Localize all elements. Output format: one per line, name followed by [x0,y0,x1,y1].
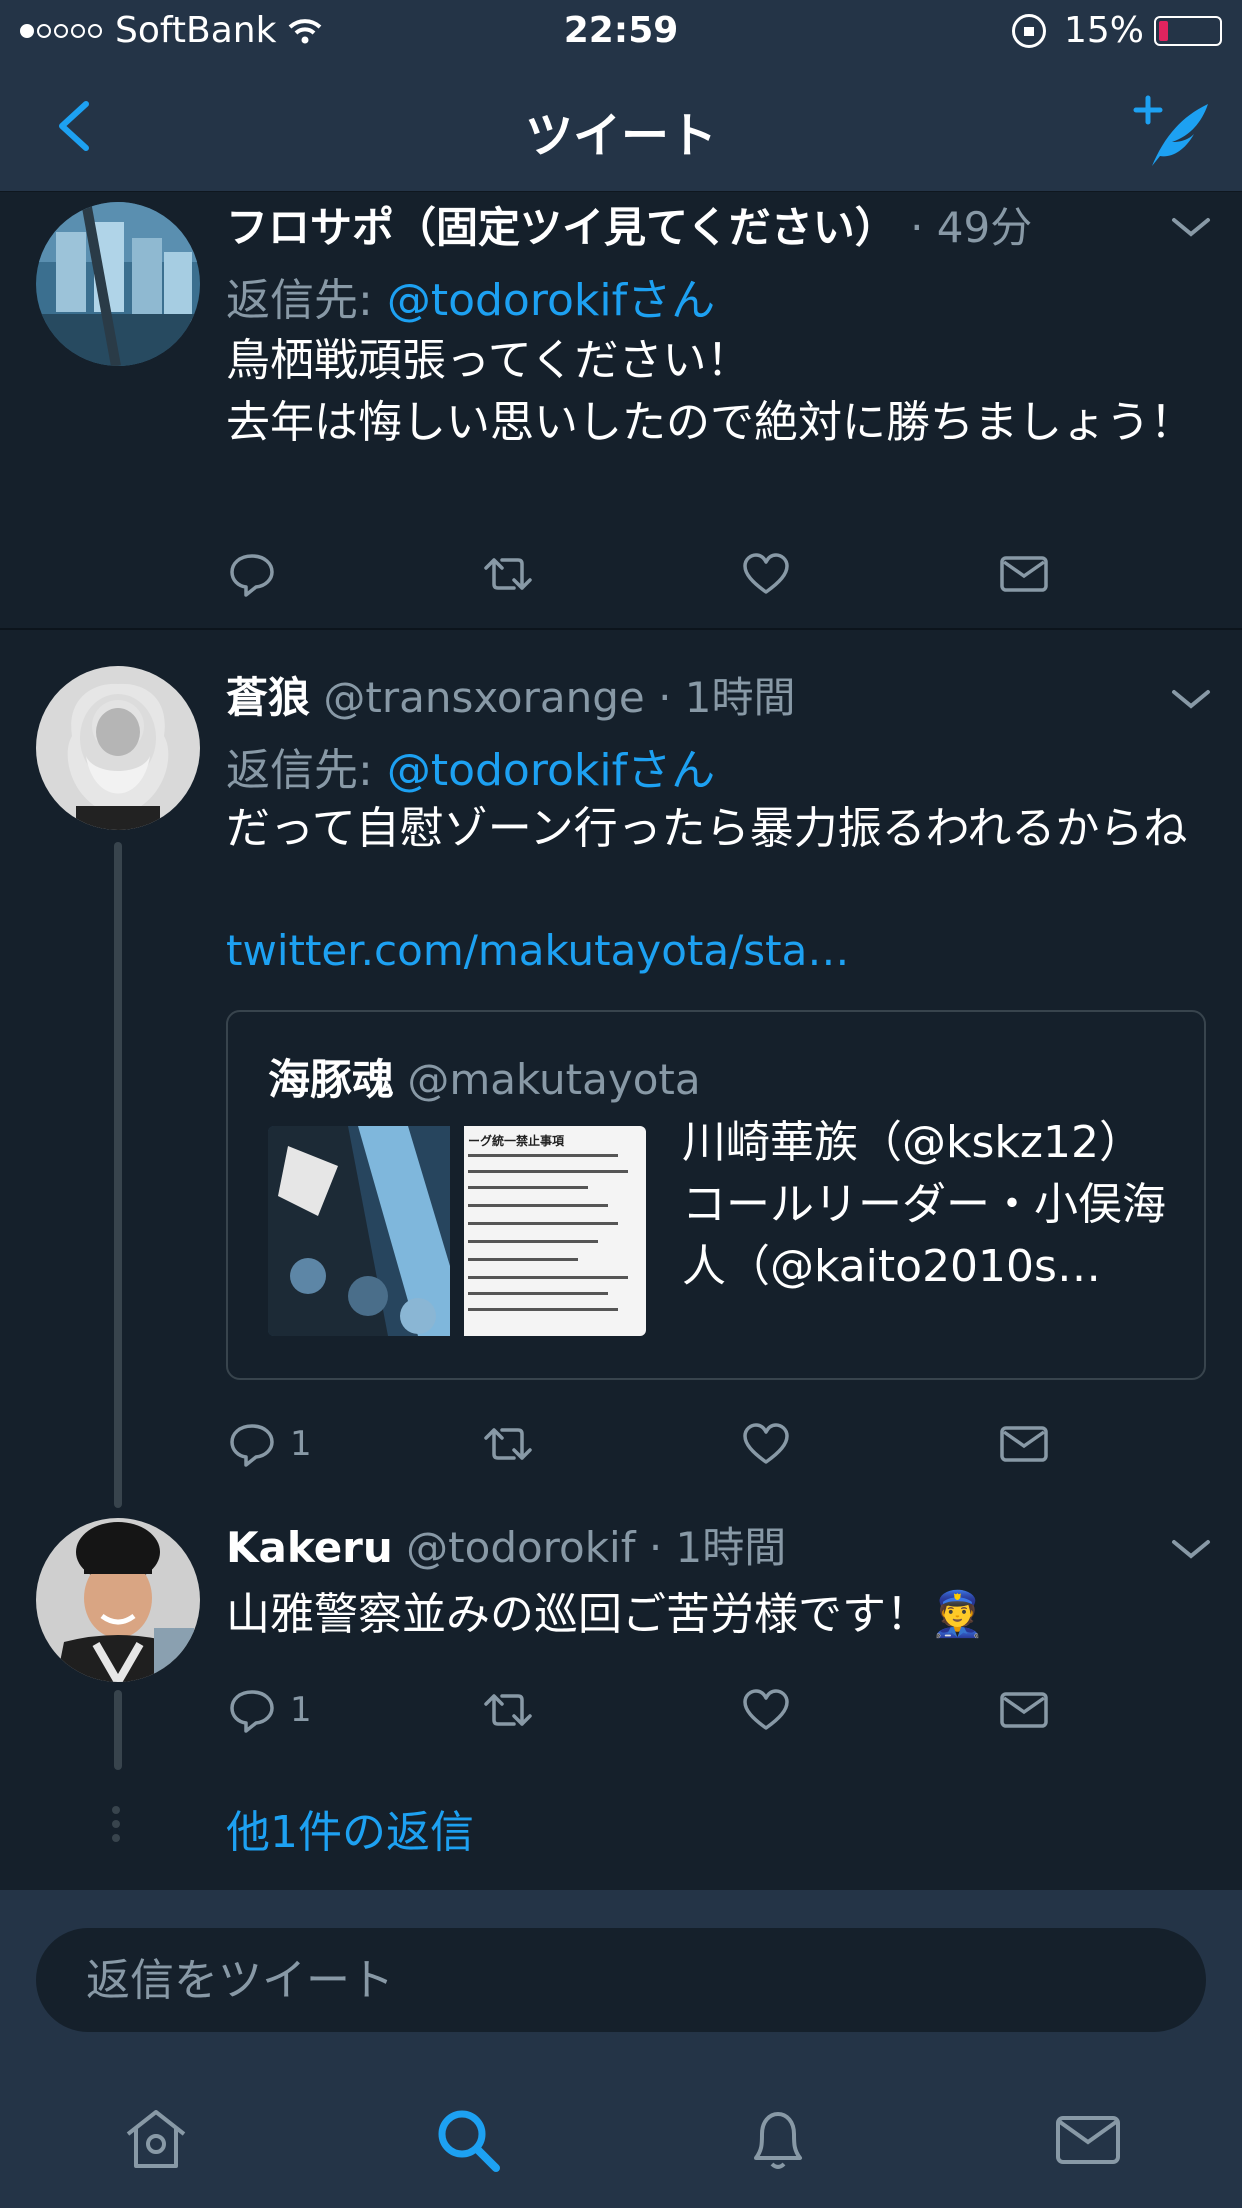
dm-button[interactable] [998,1416,1050,1472]
timestamp: · 1時間 [648,1523,787,1572]
orientation-lock-icon [1011,13,1046,48]
tab-home[interactable] [120,2104,192,2176]
tab-bar [0,2070,1242,2208]
page-title: ツイート [524,108,717,164]
like-button[interactable] [740,1682,792,1738]
quoted-image-photo[interactable] [268,1126,450,1336]
tab-notifications[interactable] [742,2104,814,2176]
reply-icon [230,1424,274,1467]
reply-input[interactable] [36,1928,1206,2032]
reply-to-label: 返信先: [226,275,387,326]
retweet-icon [484,1428,532,1460]
status-bar: SoftBank 22:59 15% [0,0,1242,62]
heart-icon [743,1423,789,1464]
retweet-icon [484,1694,532,1726]
chevron-down-icon[interactable] [1168,684,1214,714]
tweet-actions: 1 [226,1416,1048,1476]
tab-messages[interactable] [1052,2104,1124,2176]
quoted-tweet-header: 海豚魂 @makutayota [268,1046,701,1107]
more-replies-link[interactable]: 他1件の返信 [226,1796,474,1860]
tweet-text: 鳥栖戦頑張ってください！ 去年は悔しい思いしたので絶対に勝ちましょう！ [226,335,1194,448]
quoted-handle: @makutayota [407,1055,701,1104]
reply-button[interactable] [226,546,290,602]
retweet-button[interactable] [482,1682,534,1738]
tweet-header: フロサポ（固定ツイ見てください） · 49分 [226,194,1032,255]
compose-tweet-icon[interactable] [1132,92,1212,172]
quoted-tweet-text: 川崎華族（@kskz12）コールリーダー・小俣海人（@kaito2010s… [682,1117,1166,1292]
reply-to: 返信先: @todorokifさん [226,264,715,328]
quoted-tweet[interactable]: 海豚魂 @makutayota ーグ統一禁止事項 川崎華族（@kskz12）コー… [226,1010,1206,1380]
tweet-header: Kakeru @todorokif · 1時間 [226,1514,786,1575]
retweet-button[interactable] [482,1416,534,1472]
like-button[interactable] [740,1416,792,1472]
messages-icon [1056,2116,1120,2164]
reply-icon [230,1690,274,1733]
tweet-link[interactable]: twitter.com/makutayota/sta… [226,926,849,975]
search-icon [438,2110,500,2172]
quoted-display-name: 海豚魂 [268,1055,395,1104]
display-name[interactable]: フロサポ（固定ツイ見てください） [226,203,897,252]
mention-link[interactable]: @todorokifさん [387,745,715,796]
battery-icon [1154,15,1222,46]
tweet-3[interactable]: Kakeru @todorokif · 1時間 山雅警察並みの巡回ご苦労様です！… [0,1510,1242,1770]
home-icon [126,2110,186,2168]
reply-count: 1 [290,1424,312,1464]
tweet-divider [0,628,1242,630]
mention-link[interactable]: @todorokifさん [387,275,715,326]
like-button[interactable] [740,546,792,602]
tweet-actions: 1 [226,1682,1048,1742]
handle[interactable]: @transxorange [323,673,644,722]
battery-percent: 15% [1063,10,1144,51]
reply-count: 1 [290,1690,312,1730]
envelope-icon [1000,556,1048,592]
tab-search[interactable] [432,2104,504,2176]
image-title: ーグ統一禁止事項 [468,1134,565,1148]
retweet-icon [484,558,532,590]
notifications-icon [754,2112,802,2169]
envelope-icon [1000,1426,1048,1462]
display-name[interactable]: Kakeru [226,1523,393,1572]
reply-button[interactable]: 1 [226,1416,312,1472]
reply-icon [230,554,274,597]
chevron-down-icon[interactable] [1168,1534,1214,1564]
avatar[interactable] [36,1518,200,1682]
avatar[interactable] [36,666,200,830]
reply-to: 返信先: @todorokifさん [226,734,715,798]
avatar[interactable] [36,202,200,366]
display-name[interactable]: 蒼狼 [226,673,310,722]
reply-composer [0,1890,1242,2070]
tweet-text: だって自慰ゾーン行ったら暴力振るわれるからね [226,803,1188,854]
tweet-actions [226,546,1048,606]
tweet-text: 山雅警察並みの巡回ご苦労様です！👮 [226,1589,985,1640]
reply-to-label: 返信先: [226,745,387,796]
timestamp: · 1時間 [658,673,796,722]
tweet-1[interactable]: フロサポ（固定ツイ見てください） · 49分 返信先: @todorokifさん… [0,192,1242,630]
chevron-down-icon[interactable] [1168,212,1214,242]
handle[interactable]: @todorokif [406,1523,635,1572]
heart-icon [743,1689,789,1730]
reply-button[interactable]: 1 [226,1682,312,1738]
quoted-image-document[interactable]: ーグ統一禁止事項 [464,1126,646,1336]
battery-indicator: 15% [1011,10,1222,51]
nav-bar: ツイート [0,62,1242,192]
timestamp: · 49分 [910,203,1033,252]
dm-button[interactable] [998,1682,1050,1738]
dm-button[interactable] [998,546,1050,602]
more-replies-dots-icon [112,1806,120,1848]
heart-icon [743,553,789,594]
tweet-header: 蒼狼 @transxorange · 1時間 [226,664,796,725]
envelope-icon [1000,1692,1048,1728]
retweet-button[interactable] [482,546,534,602]
